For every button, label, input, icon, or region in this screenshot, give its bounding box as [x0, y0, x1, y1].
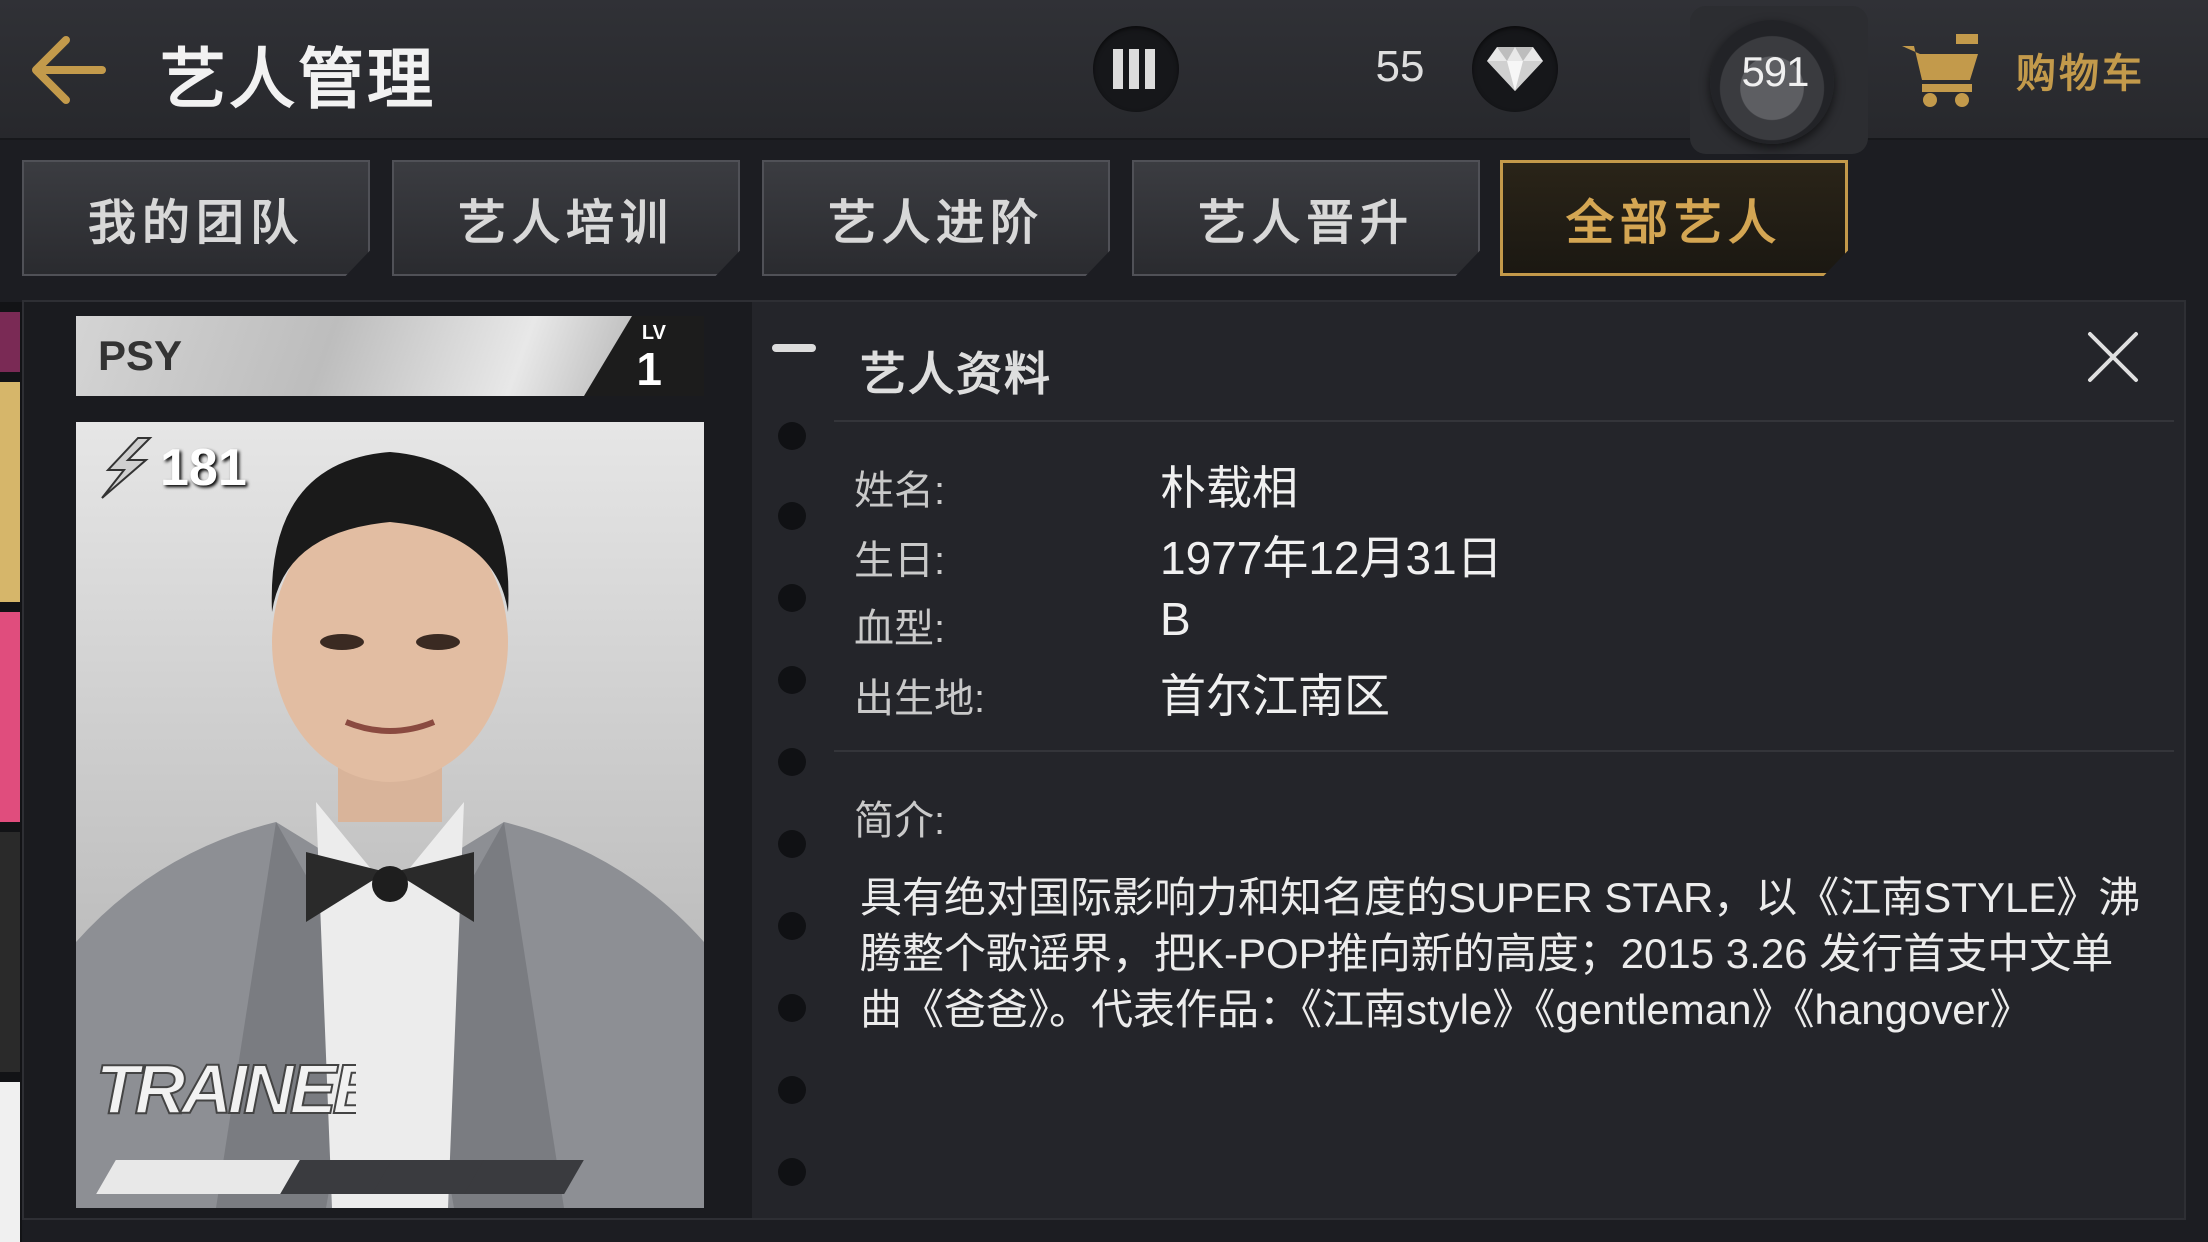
level-badge: LV 1: [584, 316, 704, 396]
tab-my-team[interactable]: 我的团队: [22, 160, 370, 276]
lightning-icon: [101, 437, 153, 499]
binder-rings: [752, 302, 836, 1218]
artist-detail-panel: PSY LV 1 181 TRAINEE 艺人资料 姓名: 朴载相 生日: 19…: [22, 300, 2186, 1220]
power-value: 181: [160, 439, 247, 497]
action-points-icon[interactable]: [1093, 26, 1179, 112]
tab-artist-advance[interactable]: 艺人进阶: [762, 160, 1110, 276]
divider: [834, 420, 2174, 422]
trainee-badge: TRAINEE: [95, 1043, 387, 1138]
svg-text:TRAINEE: TRAINEE: [96, 1050, 356, 1128]
cart-icon: [1902, 34, 1978, 107]
action-points-count: 55: [1375, 42, 1425, 91]
intro-label: 简介:: [854, 799, 946, 843]
star-rating: [96, 1160, 584, 1194]
top-bar: 艺人管理 55 591 购物车: [0, 0, 2208, 154]
card-header: PSY LV 1: [76, 316, 704, 396]
back-arrow-icon[interactable]: [26, 32, 108, 108]
power-stat: 181: [94, 436, 247, 500]
name-label: 姓名:: [854, 469, 946, 513]
divider: [834, 750, 2174, 752]
cart-button[interactable]: 购物车: [1900, 30, 2145, 110]
coin-count: 591: [1741, 48, 1809, 95]
level-value: 1: [636, 343, 662, 395]
intro-text: 具有绝对国际影响力和知名度的SUPER STAR，以《江南STYLE》沸腾整个歌…: [860, 874, 2141, 1033]
artist-portrait: 181 TRAINEE: [76, 422, 704, 1208]
left-edge-strip: [0, 302, 22, 1242]
name-value: 朴载相: [1160, 462, 1298, 514]
birthday-value: 1977年12月31日: [1160, 532, 1503, 584]
birthplace-label: 出生地:: [854, 677, 986, 721]
artist-name: PSY: [98, 332, 183, 379]
close-icon[interactable]: [2086, 330, 2140, 384]
tab-artist-training[interactable]: 艺人培训: [392, 160, 740, 276]
cart-label: 购物车: [2016, 52, 2145, 96]
page-title: 艺人管理: [160, 42, 436, 116]
blood-type-value: B: [1160, 593, 1191, 645]
info-title: 艺人资料: [860, 348, 1052, 400]
blood-type-label: 血型:: [854, 607, 946, 651]
birthday-label: 生日:: [854, 539, 946, 583]
birthplace-value: 首尔江南区: [1160, 670, 1390, 722]
tab-artist-promotion[interactable]: 艺人晋升: [1132, 160, 1480, 276]
artist-card[interactable]: PSY LV 1 181 TRAINEE: [24, 302, 752, 1218]
diamond-icon[interactable]: [1472, 26, 1558, 112]
tab-all-artists[interactable]: 全部艺人: [1500, 160, 1848, 276]
